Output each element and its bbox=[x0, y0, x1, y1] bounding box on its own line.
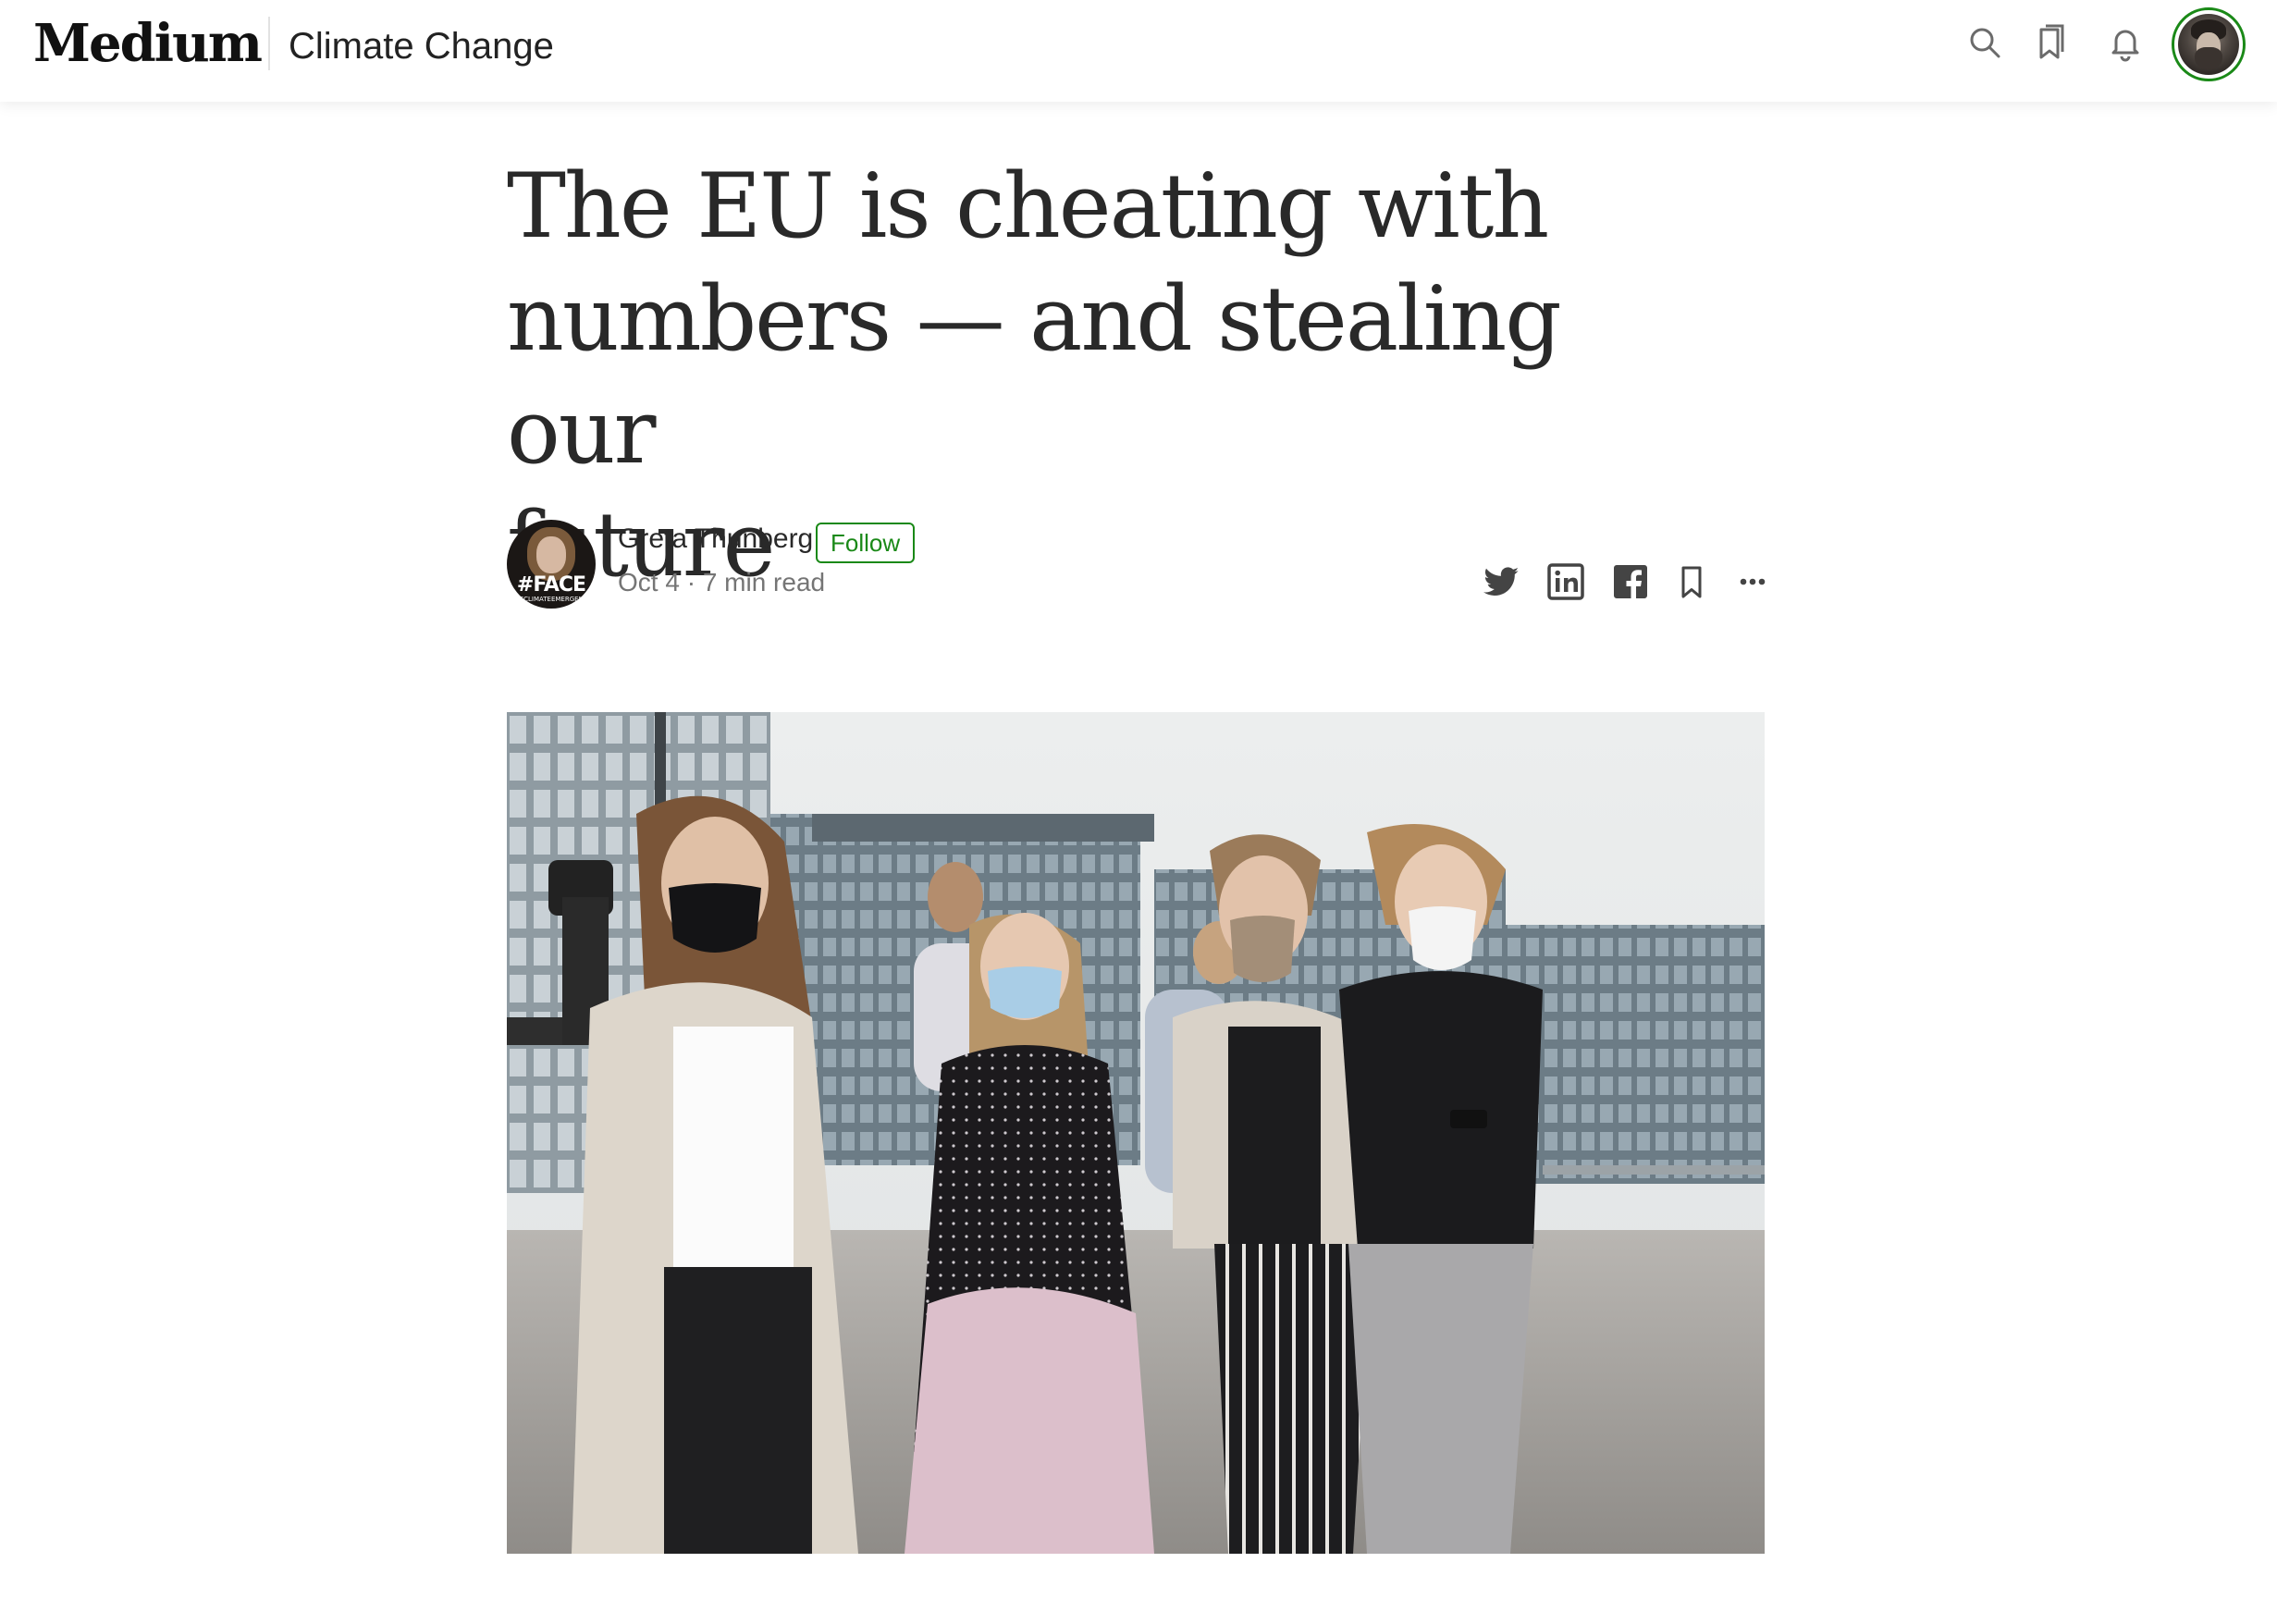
bookmarks-icon[interactable] bbox=[2031, 22, 2072, 63]
top-navigation-bar: Medium Climate Change bbox=[0, 0, 2277, 102]
author-avatar-logo-subtext: THECLIMATEEMERGENCY bbox=[511, 596, 592, 603]
medium-logo[interactable]: Medium bbox=[33, 13, 263, 74]
facebook-icon[interactable] bbox=[1609, 560, 1652, 603]
twitter-icon[interactable] bbox=[1480, 560, 1522, 603]
author-name[interactable]: Greta Thunberg bbox=[618, 523, 813, 555]
hero-image bbox=[507, 712, 1765, 1554]
publication-name[interactable]: Climate Change bbox=[289, 26, 554, 68]
publish-date: Oct 4 bbox=[618, 568, 680, 597]
bell-icon[interactable] bbox=[2105, 22, 2146, 63]
linkedin-icon[interactable] bbox=[1545, 560, 1587, 603]
follow-button[interactable]: Follow bbox=[816, 523, 916, 563]
bookmark-icon[interactable] bbox=[1670, 560, 1713, 603]
user-avatar[interactable] bbox=[2172, 7, 2246, 81]
search-icon[interactable] bbox=[1964, 22, 2005, 63]
read-time: 7 min read bbox=[702, 568, 826, 597]
title-line: numbers — and stealing our bbox=[507, 267, 1562, 484]
author-avatar-logo-text: #FACE bbox=[516, 573, 586, 597]
user-avatar-image bbox=[2178, 14, 2239, 75]
title-line: The EU is cheating with bbox=[507, 154, 1549, 258]
more-icon[interactable] bbox=[1731, 560, 1774, 603]
author-avatar[interactable]: #FACE THECLIMATEEMERGENCY bbox=[507, 520, 596, 609]
header-divider bbox=[268, 17, 270, 70]
meta-separator: · bbox=[686, 568, 696, 597]
article-meta: Oct 4 · 7 min read bbox=[618, 568, 825, 597]
